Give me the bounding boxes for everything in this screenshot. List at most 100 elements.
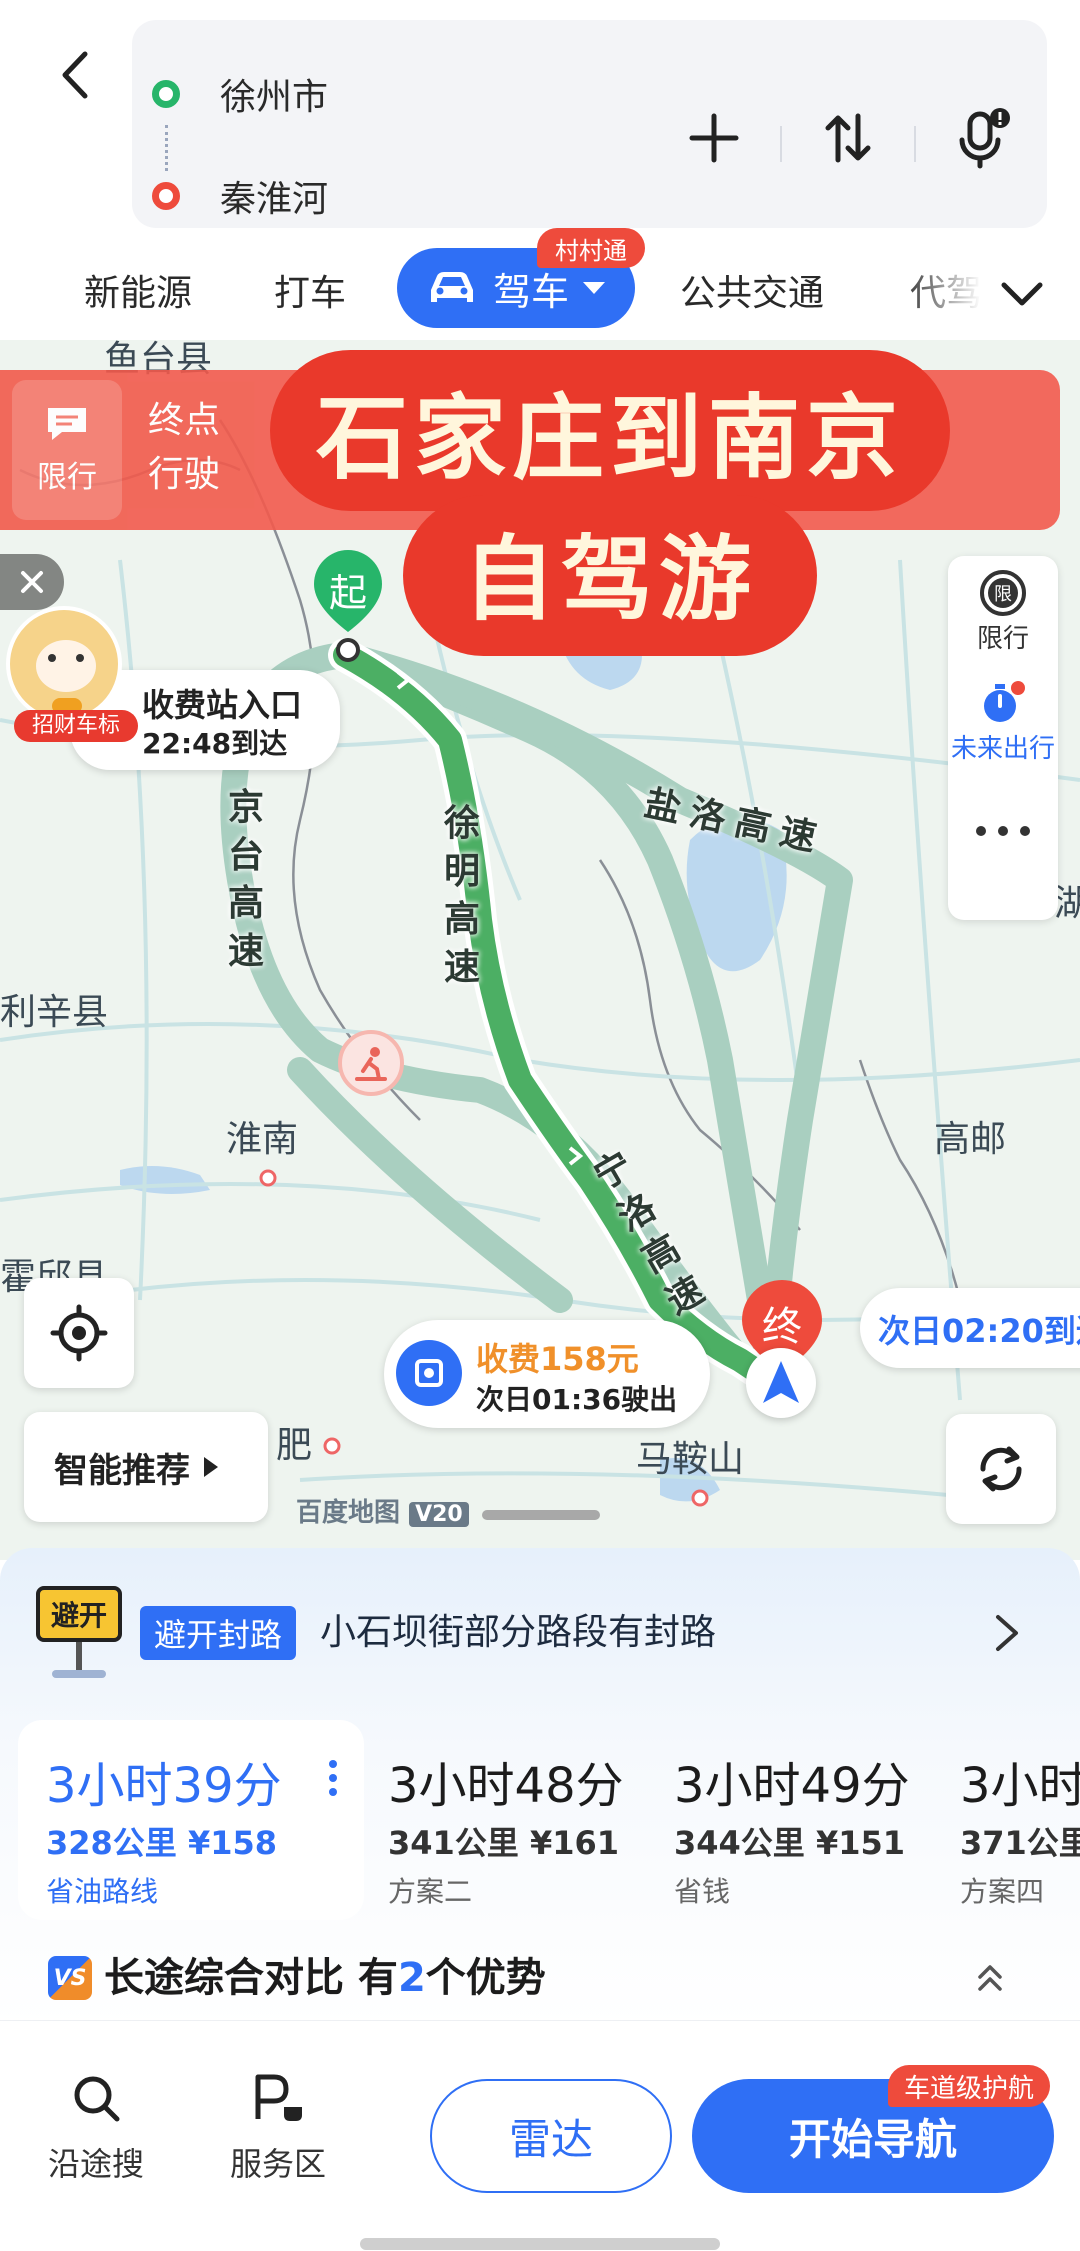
tab-drive-label: 驾车 — [492, 269, 569, 314]
search-icon — [74, 2076, 120, 2122]
locate-me-button[interactable] — [24, 1278, 134, 1388]
service-area-icon — [255, 2074, 302, 2121]
expand-tabs-button[interactable] — [990, 262, 1054, 326]
refresh-routes-button[interactable] — [946, 1414, 1056, 1524]
car-icon — [430, 272, 473, 302]
close-promo-button[interactable] — [0, 554, 64, 610]
toll-icon — [396, 1340, 462, 1406]
voice-button[interactable] — [942, 98, 1022, 178]
closure-detail-button[interactable] — [982, 1608, 1032, 1658]
comparison-text: 长途综合对比 有2个优势 — [104, 1955, 546, 2001]
route-distance-cost: 328公里 ¥158 — [46, 1824, 278, 1862]
destination-dot-icon — [152, 182, 180, 210]
restriction-icon: 限行 — [12, 380, 122, 520]
closure-message: 小石坝街部分路段有封路 — [320, 1612, 717, 1653]
navigation-arrow-icon — [763, 1361, 799, 1403]
place-label: 高邮 — [934, 1119, 1007, 1160]
route-menu-button[interactable] — [328, 1758, 352, 1798]
back-button[interactable] — [40, 40, 110, 110]
route-duration: 3小时49分 — [674, 1758, 910, 1814]
route-option-3[interactable]: 3小时49分 344公里 ¥151 省钱 — [646, 1720, 936, 1920]
more-options-button[interactable] — [948, 776, 1058, 886]
svg-text:限: 限 — [994, 584, 1012, 605]
road-sign-text: 避开 — [36, 1586, 122, 1642]
chevron-left-icon — [62, 51, 88, 99]
route-tag: 省钱 — [674, 1875, 731, 1908]
add-waypoint-button[interactable] — [674, 98, 754, 178]
smart-recommend-button[interactable]: 智能推荐 — [24, 1412, 268, 1522]
traffic-restriction-button[interactable]: 限 限行 — [948, 556, 1058, 666]
route-duration: 3小时48分 — [388, 1758, 624, 1814]
kebab-icon — [329, 1760, 337, 1796]
origin-text: 徐州市 — [220, 77, 329, 118]
search-along-route-button[interactable]: 沿途搜 — [26, 2071, 166, 2185]
future-trip-button[interactable]: 未来出行 — [948, 666, 1058, 776]
avoid-closure-tag: 避开封路 — [140, 1606, 297, 1660]
future-trip-label: 未来出行 — [950, 733, 1055, 764]
tab-new-energy[interactable]: 新能源 — [84, 264, 192, 324]
chevron-right-icon — [996, 1615, 1018, 1651]
promo-mascot[interactable]: 招财车标 — [6, 606, 138, 746]
restriction-sign-icon: 限 — [980, 569, 1026, 616]
chevron-down-icon — [1001, 282, 1043, 306]
route-distance-cost: 344公里 ¥151 — [674, 1824, 906, 1862]
refresh-icon — [980, 1446, 1022, 1492]
place-label: 肥 — [276, 1425, 313, 1466]
construction-icon[interactable] — [338, 1030, 404, 1096]
swap-button[interactable] — [808, 98, 888, 178]
double-chevron-up-icon — [978, 1965, 1002, 1991]
title-line-1: 石家庄到南京 — [269, 350, 950, 511]
tab-public-transit[interactable]: 公共交通 — [680, 264, 824, 324]
place-label: 马鞍山 — [636, 1439, 745, 1480]
route-duration: 3小时 — [960, 1758, 1080, 1814]
title-overlay: 石家庄到南京 自驾游 — [200, 350, 1020, 656]
place-label: 利辛县 — [0, 992, 109, 1033]
swap-icon — [825, 113, 871, 163]
title-line-2: 自驾游 — [402, 495, 817, 656]
route-connector — [165, 125, 169, 171]
route-input-box: 徐州市 秦淮河 — [132, 20, 1047, 228]
destination-row[interactable]: 秦淮河 — [152, 166, 328, 226]
divider — [914, 126, 916, 162]
route-option-2[interactable]: 3小时48分 341公里 ¥161 方案二 — [360, 1720, 650, 1920]
crosshair-icon — [50, 1304, 108, 1362]
map-side-panel: 限 限行 未来出行 — [948, 556, 1058, 920]
collapse-comparison-button[interactable] — [968, 1956, 1012, 2000]
bottom-action-bar: 沿途搜 服务区 雷达 开始导航 车道级护航 — [0, 2020, 1080, 2220]
toll-info-callout[interactable]: 收费158元 次日01:36驶出 — [384, 1320, 710, 1428]
radar-button[interactable]: 雷达 — [430, 2079, 672, 2193]
caret-down-icon — [583, 282, 605, 294]
home-indicator — [360, 2238, 720, 2250]
promo-label: 招财车标 — [14, 710, 138, 742]
origin-row[interactable]: 徐州市 — [152, 64, 328, 124]
arrival-time: 次日02:20到达 — [878, 1312, 1080, 1350]
road-label-xuming: 徐明高速 — [444, 803, 481, 988]
road-label-jingtai: 京台高速 — [228, 787, 265, 972]
message-icon — [48, 408, 86, 440]
end-marker-label: 终 — [762, 1304, 802, 1350]
origin-dot-icon — [152, 80, 180, 108]
vs-badge-icon: VS — [48, 1956, 92, 2000]
route-bottom-sheet: 避开 避开封路 小石坝街部分路段有封路 3小时39分 328公里 ¥158 省油… — [0, 1548, 1080, 2251]
mascot-avatar-icon — [6, 606, 122, 722]
service-area-button[interactable]: 服务区 — [208, 2071, 348, 2185]
route-tag: 方案四 — [960, 1875, 1045, 1908]
route-option-4[interactable]: 3小时 371公里 方案四 — [932, 1720, 1080, 1920]
route-tag: 方案二 — [388, 1875, 473, 1908]
current-location-marker — [746, 1348, 816, 1418]
arrival-callout[interactable]: 次日02:20到达 — [860, 1288, 1080, 1368]
long-trip-comparison[interactable]: VS 长途综合对比 有2个优势 — [48, 1948, 1032, 2008]
route-distance-cost: 371公里 — [960, 1824, 1080, 1862]
service-area-label: 服务区 — [229, 2145, 326, 2183]
sheet-drag-handle[interactable] — [482, 1510, 600, 1520]
route-option-1[interactable]: 3小时39分 328公里 ¥158 省油路线 — [18, 1720, 364, 1920]
restriction-label: 限行 — [976, 623, 1029, 654]
toll-entry-title: 收费站入口 — [142, 686, 303, 724]
watermark-text: 百度地图 — [296, 1498, 401, 1528]
stopwatch-icon — [984, 680, 1025, 722]
more-dots-icon — [976, 826, 1030, 836]
village-route-badge: 村村通 — [537, 228, 645, 268]
tab-taxi[interactable]: 打车 — [274, 264, 346, 324]
road-closure-notice[interactable]: 避开 避开封路 小石坝街部分路段有封路 — [28, 1568, 1052, 1698]
watermark-version: V20 — [409, 1502, 469, 1527]
